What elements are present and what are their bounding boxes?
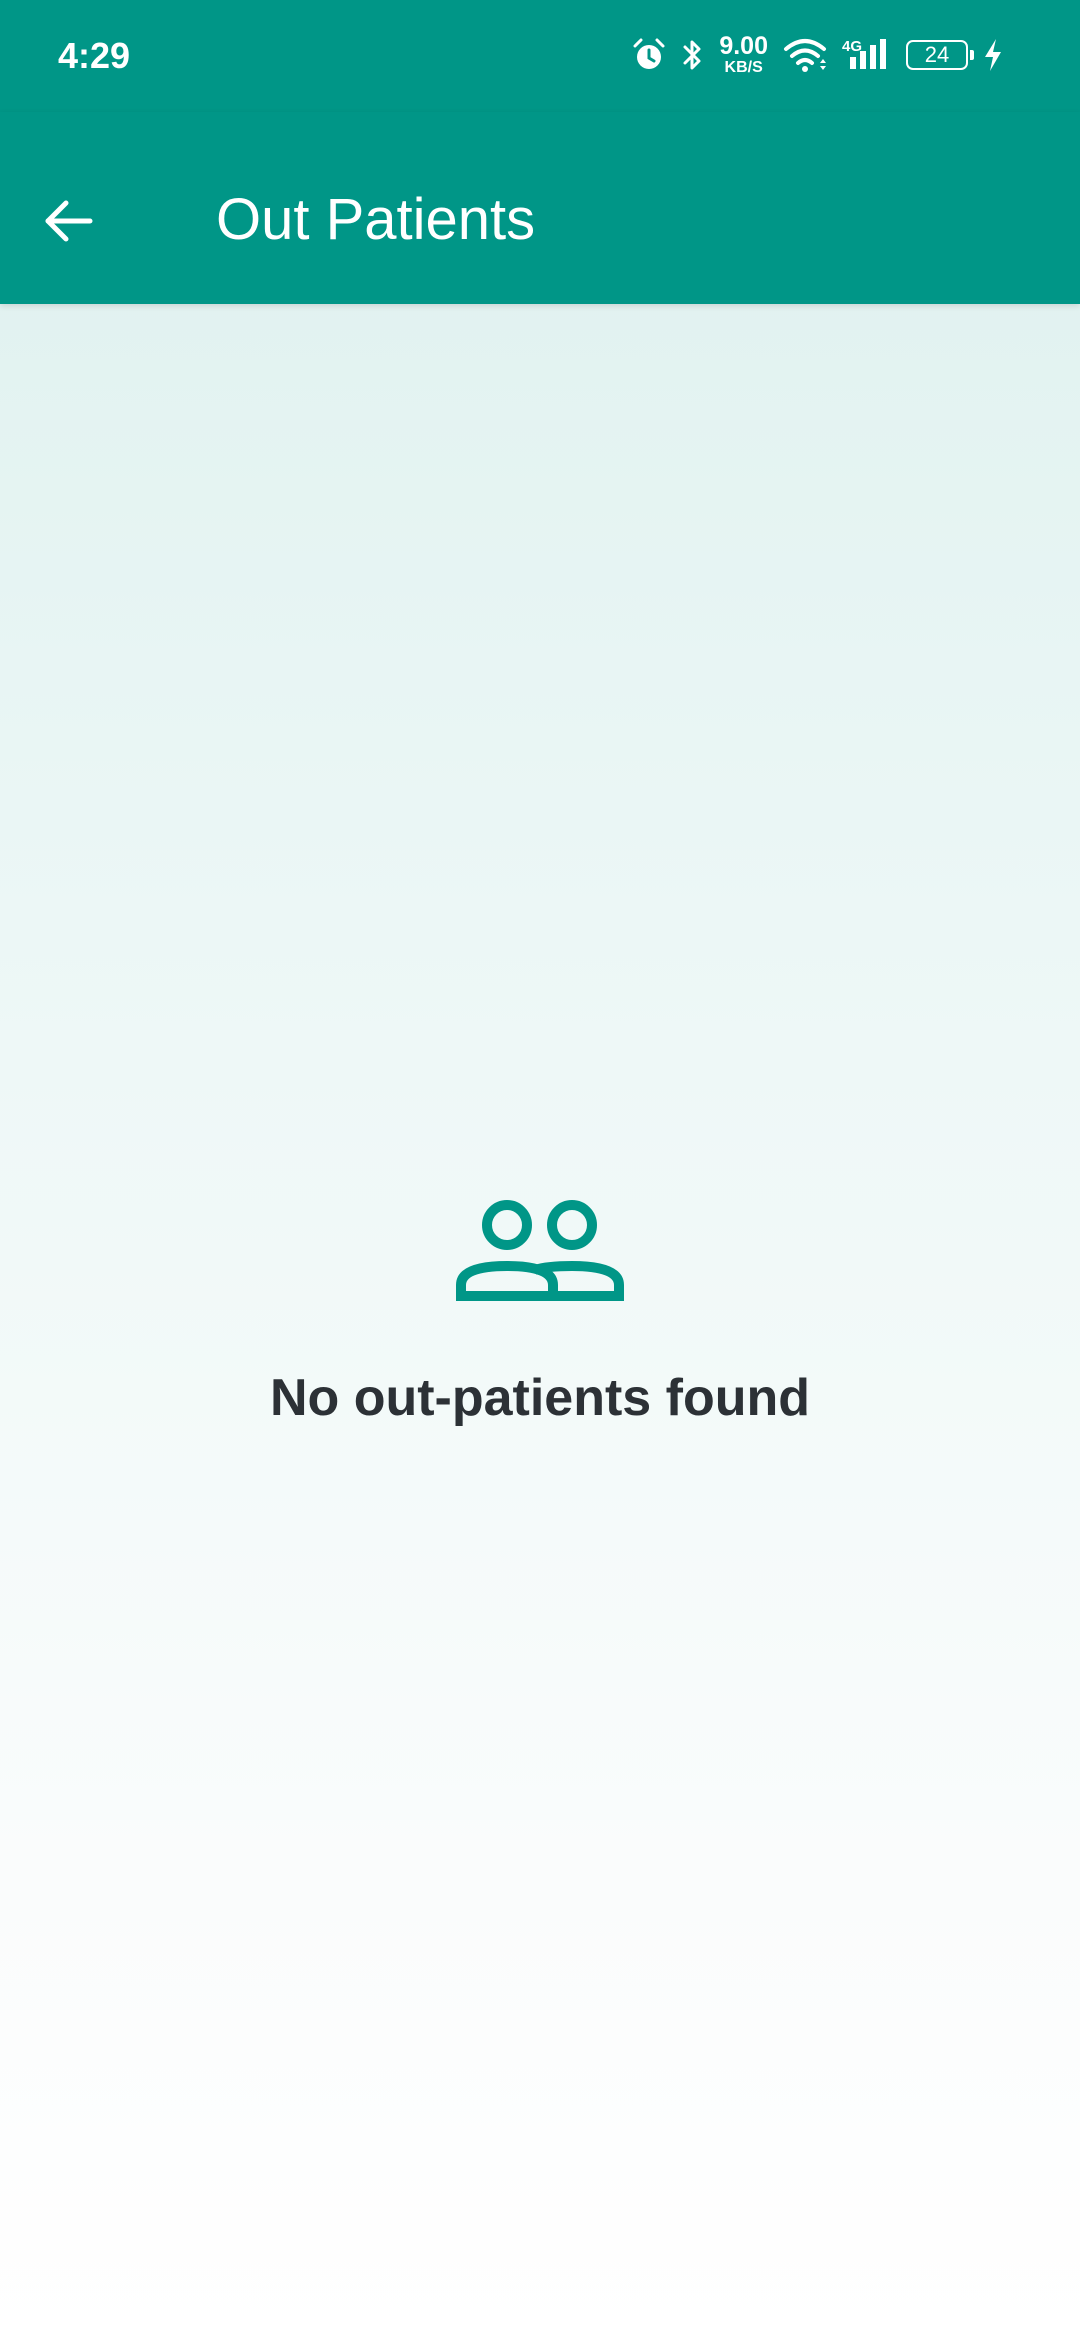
network-type-label: 4G	[842, 38, 862, 55]
signal-icon: 4G	[842, 38, 886, 69]
page-title: Out Patients	[216, 187, 536, 252]
wifi-icon	[784, 39, 826, 72]
status-time: 4:29	[58, 35, 131, 76]
network-speed-unit: KB/S	[724, 59, 763, 76]
status-icons: 9.00 KB/S 4G 24	[631, 30, 1004, 80]
alarm-icon	[633, 38, 665, 69]
network-speed-value: 9.00	[719, 32, 768, 60]
people-icon	[456, 1200, 624, 1301]
app-bar: Out Patients	[0, 112, 1080, 304]
network-speed: 9.00 KB/S	[719, 34, 768, 76]
battery-level: 24	[924, 42, 950, 67]
empty-state-message: No out-patients found	[269, 1369, 811, 1427]
status-bar: 4:29 9.00 KB/S 4G 24	[0, 0, 1080, 112]
bluetooth-icon	[683, 40, 701, 70]
arrow-back-icon	[45, 200, 93, 242]
battery-icon: 24	[906, 40, 974, 70]
empty-state: No out-patients found	[0, 1190, 1080, 1430]
charging-icon	[985, 39, 1001, 71]
back-button[interactable]	[40, 176, 130, 266]
